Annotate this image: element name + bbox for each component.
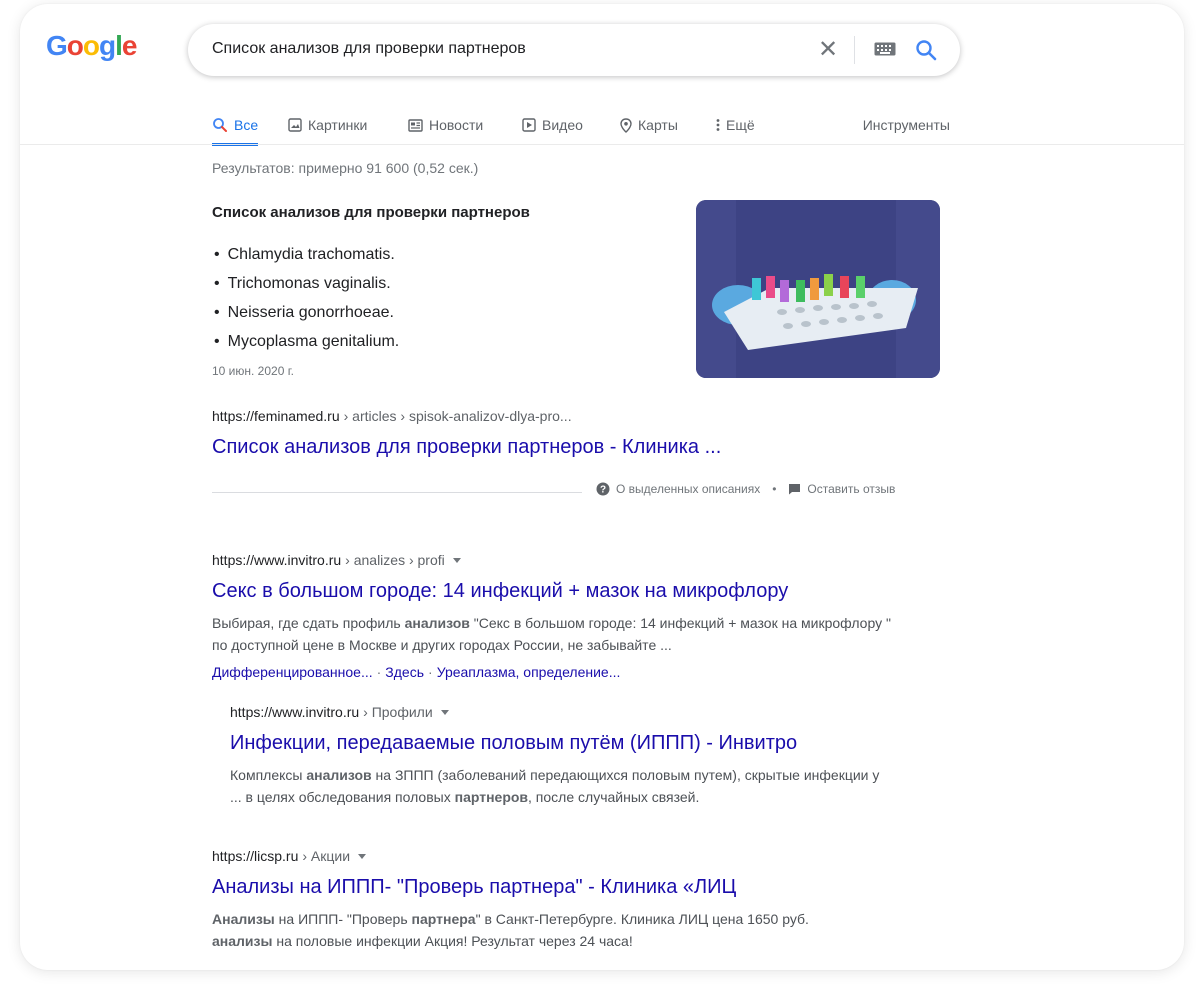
tools-button[interactable]: Инструменты	[863, 110, 950, 140]
desc-highlight: партнера	[411, 911, 476, 927]
tab-video[interactable]: Видео	[522, 110, 583, 140]
result-cite[interactable]: https://www.invitro.ru › analizes › prof…	[212, 552, 461, 568]
tab-label: Карты	[638, 117, 678, 133]
list-item: Mycoplasma genitalium.	[212, 327, 400, 356]
more-vert-icon	[716, 119, 720, 131]
snippet-date: 10 июн. 2020 г.	[212, 364, 294, 378]
tab-label: Новости	[429, 117, 484, 133]
list-item: Chlamydia trachomatis.	[212, 240, 399, 269]
results-page: Google Список анализов для проверки парт…	[20, 4, 1184, 970]
test-tubes-image	[696, 200, 940, 378]
desc-highlight: Анализы	[212, 911, 275, 927]
search-input[interactable]: Список анализов для проверки партнеров	[212, 40, 526, 58]
desc-highlight: анализов	[306, 767, 372, 783]
feedback-link[interactable]: Оставить отзыв	[807, 482, 895, 496]
search-icon	[213, 118, 227, 132]
cite-path: › Акции	[302, 848, 351, 864]
result-stats: Результатов: примерно 91 600 (0,52 сек.)	[212, 160, 479, 176]
snippet-cite[interactable]: https://feminamed.ru › articles › spisok…	[212, 408, 572, 424]
header-divider	[20, 144, 1184, 145]
result-cite[interactable]: https://licsp.ru › Акции	[212, 848, 367, 864]
dropdown-arrow-icon[interactable]	[440, 709, 449, 715]
search-divider	[854, 36, 855, 64]
list-item: Trichomonas vaginalis.	[212, 269, 399, 298]
clear-icon[interactable]: ✕	[816, 36, 840, 64]
keyboard-icon[interactable]	[874, 42, 896, 56]
desc-text: , после случайных связей.	[528, 789, 700, 805]
search-icon[interactable]	[914, 38, 938, 62]
snippet-image[interactable]	[696, 200, 940, 378]
cite-domain: https://feminamed.ru	[212, 408, 340, 424]
dropdown-arrow-icon[interactable]	[358, 853, 367, 859]
cite-domain: https://licsp.ru	[212, 848, 299, 864]
sitelink[interactable]: Дифференцированное...	[212, 664, 373, 680]
dropdown-arrow-icon[interactable]	[452, 557, 461, 563]
desc-text: Выбирая, где сдать профиль	[212, 615, 405, 631]
result-description: Комплексы анализов на ЗППП (заболеваний …	[230, 764, 890, 808]
snippet-heading: Список анализов для проверки партнеров	[212, 204, 530, 221]
tab-label: Видео	[542, 117, 583, 133]
tab-more[interactable]: Ещё	[716, 110, 755, 140]
tools-label: Инструменты	[862, 117, 950, 133]
snippet-list: Chlamydia trachomatis. Trichomonas vagin…	[212, 240, 400, 356]
desc-text: на ИППП- "Проверь	[274, 911, 412, 927]
google-logo[interactable]: Google	[46, 30, 137, 62]
tab-label: Ещё	[726, 117, 755, 133]
desc-highlight: анализы	[212, 933, 273, 949]
cite-path: › Профили	[363, 704, 433, 720]
result-description: Выбирая, где сдать профиль анализов "Сек…	[212, 612, 892, 656]
help-icon: ?	[596, 482, 610, 496]
map-pin-icon	[620, 117, 632, 133]
desc-highlight: анализов	[404, 615, 470, 631]
list-item: Neisseria gonorrhoeae.	[212, 298, 399, 327]
snippet-footer: ? О выделенных описаниях • Оставить отзы…	[596, 482, 895, 496]
search-box[interactable]: Список анализов для проверки партнеров ✕	[188, 24, 960, 76]
result-title[interactable]: Секс в большом городе: 14 инфекций + маз…	[212, 580, 788, 603]
sitelink[interactable]: Уреаплазма, определение...	[437, 664, 621, 680]
desc-text: " в Санкт-Петербурге. Клиника ЛИЦ цена 1…	[475, 911, 809, 927]
result-title[interactable]: Анализы на ИППП- "Проверь партнера" - Кл…	[212, 876, 736, 899]
desc-text: Комплексы	[230, 767, 307, 783]
image-icon	[288, 118, 302, 132]
sitelink[interactable]: Здесь	[385, 664, 424, 680]
news-icon	[408, 118, 423, 132]
cite-path: › articles › spisok-analizov-dlya-pro...	[343, 408, 572, 424]
result-title[interactable]: Инфекции, передаваемые половым путём (ИП…	[230, 732, 797, 755]
tab-label: Все	[234, 117, 259, 133]
tab-images[interactable]: Картинки	[288, 110, 367, 140]
tab-all[interactable]: Все	[212, 110, 259, 146]
cite-domain: https://www.invitro.ru	[212, 552, 342, 568]
feedback-icon	[789, 484, 801, 495]
cite-domain: https://www.invitro.ru	[230, 704, 360, 720]
result-sitelinks: Дифференцированное... · Здесь · Уреаплазма, …	[212, 664, 620, 680]
about-snippets-link[interactable]: О выделенных описаниях	[616, 482, 760, 496]
cite-path: › analizes › profi	[345, 552, 445, 568]
desc-text: на половые инфекции Акция! Результат чер…	[272, 933, 633, 949]
svg-text:?: ?	[600, 485, 606, 496]
tab-label: Картинки	[308, 117, 368, 133]
separator-dot: ·	[376, 664, 382, 680]
result-description: Анализы на ИППП- "Проверь партнера" в Са…	[212, 908, 872, 952]
snippet-link-title[interactable]: Список анализов для проверки партнеров -…	[212, 436, 721, 459]
separator-dot: ·	[428, 664, 433, 680]
tab-news[interactable]: Новости	[408, 110, 483, 140]
search-tabs: Все Картинки Новости Видео Карты Ещё Инс…	[210, 110, 950, 146]
result-cite[interactable]: https://www.invitro.ru › Профили	[230, 704, 449, 720]
desc-highlight: партнеров	[454, 789, 529, 805]
tab-maps[interactable]: Карты	[620, 110, 678, 140]
snippet-divider	[212, 492, 582, 493]
separator-dot: •	[772, 482, 777, 496]
video-icon	[522, 118, 536, 132]
